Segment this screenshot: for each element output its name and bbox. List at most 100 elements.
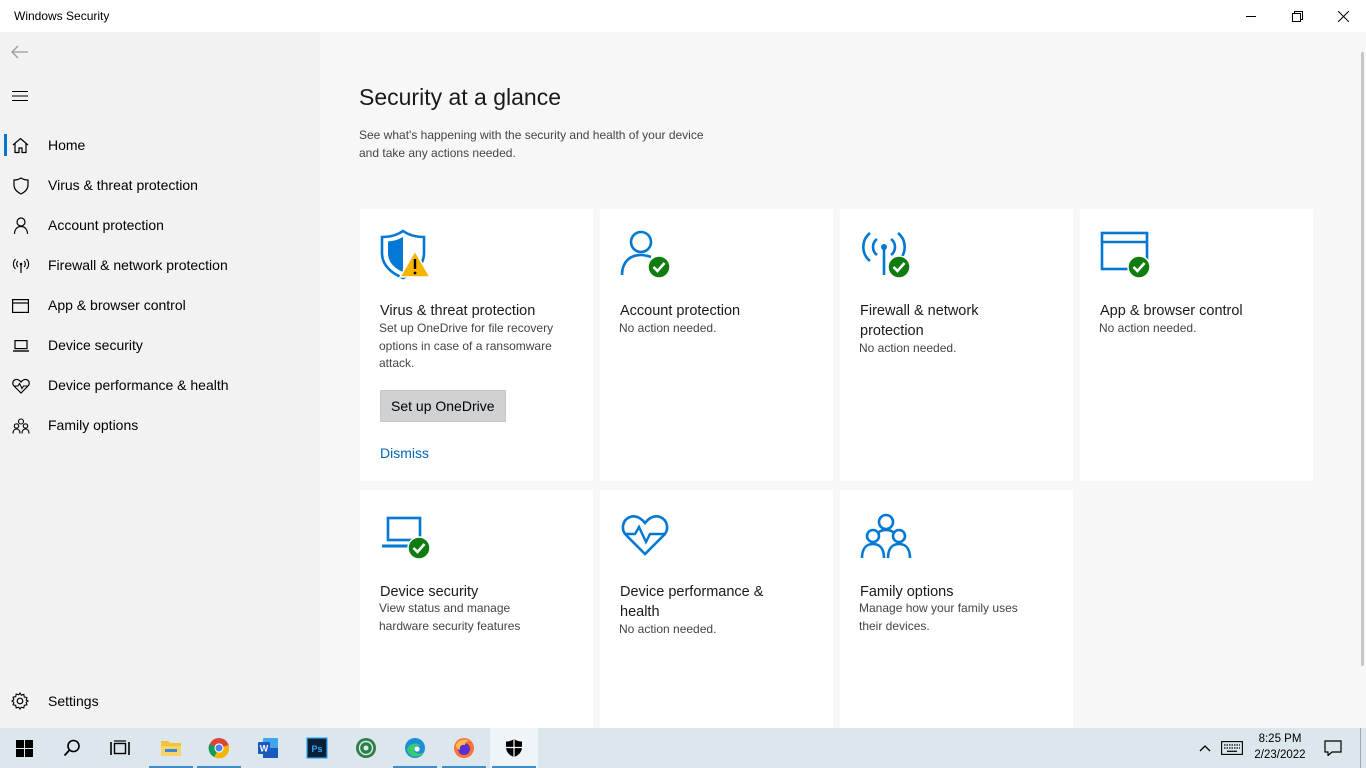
task-view-icon: [110, 739, 130, 755]
sidebar-item-label: Family options: [48, 417, 139, 433]
person-check-icon: [620, 229, 674, 283]
action-center-button[interactable]: [1318, 728, 1348, 768]
keyboard-icon: [1221, 741, 1243, 755]
sidebar-item-home[interactable]: Home: [0, 125, 320, 165]
set-up-onedrive-button[interactable]: Set up OneDrive: [380, 390, 506, 422]
taskbar-word[interactable]: W: [244, 728, 292, 768]
title-bar: Windows Security: [0, 0, 1366, 32]
laptop-icon: [11, 336, 30, 355]
vertical-scrollbar[interactable]: [1361, 52, 1364, 666]
taskbar-chrome[interactable]: [195, 728, 243, 768]
close-button[interactable]: [1320, 0, 1366, 32]
tile-firewall-network-protection[interactable]: Firewall & network protection No action …: [840, 209, 1073, 481]
close-icon: [1337, 10, 1349, 22]
browser-window-icon: [11, 296, 30, 315]
sidebar-item-family[interactable]: Family options: [0, 405, 320, 445]
taskbar: W Ps 8:25 PM 2/23/2022: [0, 728, 1366, 768]
gear-icon: [11, 691, 30, 715]
show-hidden-icons-button[interactable]: [1194, 728, 1216, 768]
browser-window-check-icon: [1100, 229, 1154, 283]
laptop-check-icon: [380, 510, 434, 564]
tile-device-performance-health[interactable]: Device performance & health No action ne…: [600, 490, 833, 728]
dismiss-link[interactable]: Dismiss: [380, 445, 429, 461]
tile-description: View status and manage hardware security…: [379, 601, 521, 633]
tile-title: Account protection: [620, 303, 741, 319]
person-icon: [11, 216, 30, 235]
svg-text:Ps: Ps: [311, 744, 322, 754]
tile-app-browser-control[interactable]: App & browser control No action needed.: [1080, 209, 1313, 481]
file-explorer-icon: [161, 741, 181, 756]
chrome-icon: [208, 738, 230, 759]
clock-time: 8:25 PM: [1258, 733, 1302, 745]
heart-pulse-icon: [11, 376, 30, 395]
search-icon: [63, 739, 80, 757]
app-icon: [356, 738, 376, 758]
svg-text:W: W: [260, 744, 269, 754]
sidebar-item-virus-threat[interactable]: Virus & threat protection: [0, 165, 320, 205]
sidebar-item-label: Firewall & network protection: [48, 257, 228, 273]
sidebar-item-app-browser[interactable]: App & browser control: [0, 285, 320, 325]
taskbar-clock[interactable]: 8:25 PM 2/23/2022: [1242, 731, 1318, 763]
sidebar-item-label: Account protection: [48, 217, 164, 233]
menu-button[interactable]: [8, 86, 32, 106]
settings-label: Settings: [48, 693, 99, 709]
family-icon: [11, 416, 30, 435]
tile-device-security[interactable]: Device security View status and manage h…: [360, 490, 593, 728]
sidebar-item-device-performance[interactable]: Device performance & health: [0, 365, 320, 405]
tile-account-protection[interactable]: Account protection No action needed.: [600, 209, 833, 481]
start-button[interactable]: [0, 728, 48, 768]
shield-icon: [11, 176, 30, 195]
restore-button[interactable]: [1274, 0, 1320, 32]
shield-warning-icon: [380, 229, 434, 283]
tile-description: No action needed.: [619, 622, 717, 636]
tile-virus-threat-protection[interactable]: Virus & threat protection Set up OneDriv…: [360, 209, 593, 481]
start-icon: [15, 739, 33, 757]
task-view-button[interactable]: [96, 728, 144, 768]
sidebar-item-label: Device security: [48, 337, 143, 353]
family-icon: [860, 510, 914, 564]
tile-title: Family options: [860, 584, 954, 600]
main-content: Security at a glance See what's happenin…: [320, 32, 1366, 728]
taskbar-edge[interactable]: [391, 728, 439, 768]
taskbar-photoshop[interactable]: Ps: [293, 728, 341, 768]
tile-title: Virus & threat protection: [380, 303, 536, 319]
tile-family-options[interactable]: Family options Manage how your family us…: [840, 490, 1073, 728]
restore-icon: [1291, 10, 1303, 22]
tile-title: Firewall & network protection: [860, 303, 979, 339]
taskbar-file-explorer[interactable]: [147, 728, 195, 768]
windows-security-icon: [506, 739, 522, 757]
clock-date: 2/23/2022: [1254, 749, 1306, 761]
back-button[interactable]: [8, 42, 32, 62]
sidebar-item-label: Home: [48, 137, 86, 153]
notification-icon: [1324, 740, 1342, 756]
page-description: See what's happening with the security a…: [359, 128, 704, 160]
sidebar-item-label: App & browser control: [48, 297, 186, 313]
sidebar-nav: Home Virus & threat protection Account p…: [0, 125, 320, 445]
word-icon: W: [258, 738, 278, 758]
search-button[interactable]: [48, 728, 96, 768]
sidebar-item-label: Device performance & health: [48, 377, 229, 393]
sidebar-item-settings[interactable]: Settings: [0, 681, 320, 721]
sidebar-item-account[interactable]: Account protection: [0, 205, 320, 245]
tile-title: Device security: [380, 584, 479, 600]
taskbar-firefox[interactable]: [440, 728, 488, 768]
show-desktop-button[interactable]: [1360, 728, 1366, 768]
photoshop-icon: Ps: [306, 737, 328, 759]
taskbar-app[interactable]: [342, 728, 390, 768]
tile-description: No action needed.: [1099, 321, 1197, 335]
sidebar-item-firewall[interactable]: Firewall & network protection: [0, 245, 320, 285]
home-icon: [11, 136, 30, 155]
sidebar: Home Virus & threat protection Account p…: [0, 32, 320, 728]
back-arrow-icon: [11, 45, 28, 59]
chevron-up-icon: [1199, 745, 1211, 752]
heart-pulse-icon: [620, 510, 674, 564]
tile-description: No action needed.: [619, 321, 717, 335]
tile-description: No action needed.: [859, 341, 957, 355]
taskbar-windows-security[interactable]: [490, 728, 538, 768]
antenna-icon: [11, 256, 30, 275]
page-title: Security at a glance: [359, 84, 562, 110]
edge-icon: [405, 738, 425, 758]
sidebar-item-device-security[interactable]: Device security: [0, 325, 320, 365]
minimize-button[interactable]: [1228, 0, 1274, 32]
hamburger-icon: [12, 91, 28, 101]
